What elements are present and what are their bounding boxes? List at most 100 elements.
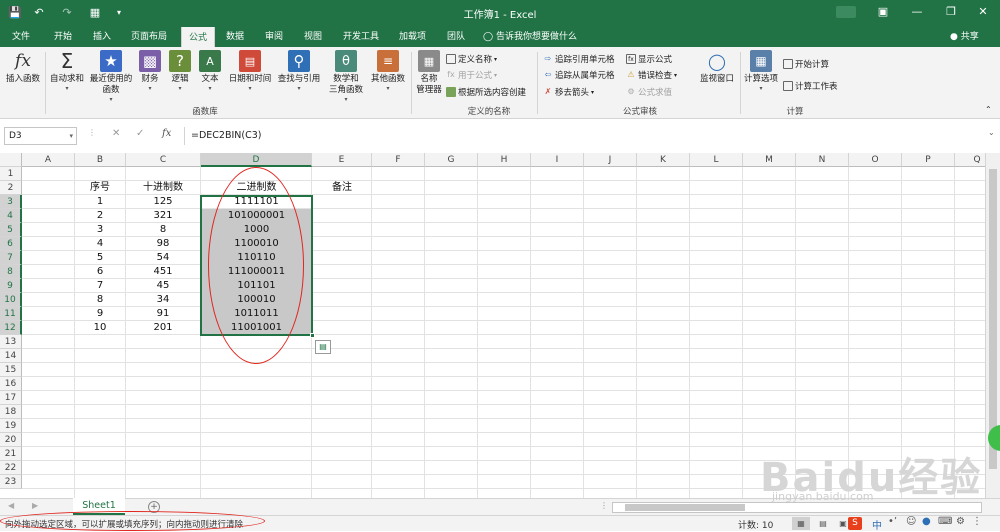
tab-formulas[interactable]: 公式 xyxy=(181,27,216,47)
column-header-a[interactable]: A xyxy=(22,153,75,167)
cell-dec[interactable]: 45 xyxy=(126,279,200,293)
normal-view-icon[interactable]: ▦ xyxy=(792,517,810,530)
watch-window-button[interactable]: ◯ 监视窗口 xyxy=(696,50,738,85)
more-functions-button[interactable]: ≡ 其他函数 ▾ xyxy=(368,50,408,93)
cell-seq[interactable]: 7 xyxy=(75,279,125,293)
next-sheet-icon[interactable]: ▶ xyxy=(32,501,38,510)
horizontal-scrollbar[interactable] xyxy=(612,502,982,513)
ribbon-display-icon[interactable]: ▣ xyxy=(868,3,898,21)
lookup-button[interactable]: ⚲ 查找与引用 ▾ xyxy=(276,50,322,93)
calc-sheet-button[interactable]: 计算工作表 xyxy=(783,80,838,92)
define-name-button[interactable]: 定义名称 ▾ xyxy=(446,53,497,65)
page-layout-view-icon[interactable]: ▤ xyxy=(814,517,832,530)
sogou-ime-icon[interactable]: S xyxy=(848,517,862,530)
trace-dependents-button[interactable]: ⇦ 追踪从属单元格 xyxy=(543,69,615,81)
column-header-l[interactable]: L xyxy=(690,153,743,167)
cell-dec[interactable]: 451 xyxy=(126,265,200,279)
ime-menu-icon[interactable]: ⋮ xyxy=(972,516,982,527)
logical-button[interactable]: ? 逻辑 ▾ xyxy=(166,50,194,93)
tab-file[interactable]: 文件 xyxy=(12,29,30,42)
cell-dec[interactable]: 125 xyxy=(126,195,200,209)
cell-seq[interactable]: 2 xyxy=(75,209,125,223)
tab-data[interactable]: 数据 xyxy=(226,29,244,42)
cell-seq[interactable]: 10 xyxy=(75,321,125,335)
use-in-formula-button[interactable]: fx 用于公式 ▾ xyxy=(446,69,497,81)
cell-seq[interactable]: 5 xyxy=(75,251,125,265)
scroll-thumb[interactable] xyxy=(989,169,997,469)
cell-seq[interactable]: 6 xyxy=(75,265,125,279)
math-trig-button[interactable]: θ 数学和 三角函数 ▾ xyxy=(326,50,366,104)
cell-dec[interactable]: 91 xyxy=(126,307,200,321)
cell-dec[interactable]: 34 xyxy=(126,293,200,307)
row-header-19[interactable]: 19 xyxy=(0,419,22,433)
keyboard-icon[interactable]: ⌨ xyxy=(938,516,952,527)
close-icon[interactable]: ✕ xyxy=(968,3,998,21)
cell-dec[interactable]: 98 xyxy=(126,237,200,251)
cell-dec[interactable]: 321 xyxy=(126,209,200,223)
remove-arrows-button[interactable]: ✗ 移去箭头 ▾ xyxy=(543,86,594,98)
tab-home[interactable]: 开始 xyxy=(54,29,72,42)
tab-view[interactable]: 视图 xyxy=(304,29,322,42)
trace-precedents-button[interactable]: ⇨ 追踪引用单元格 xyxy=(543,53,615,65)
ime-mode[interactable]: 中 xyxy=(872,517,882,532)
restore-icon[interactable]: ❐ xyxy=(936,3,966,21)
calc-now-button[interactable]: 开始计算 xyxy=(783,58,829,70)
column-header-e[interactable]: E xyxy=(312,153,372,167)
minimize-icon[interactable]: — xyxy=(902,3,932,21)
row-header-9[interactable]: 9 xyxy=(0,279,22,293)
row-header-23[interactable]: 23 xyxy=(0,475,22,489)
share-button[interactable]: ● 共享 xyxy=(950,29,979,42)
tab-team[interactable]: 团队 xyxy=(447,29,465,42)
header-seq[interactable]: 序号 xyxy=(75,181,125,195)
create-from-selection-button[interactable]: 根据所选内容创建 xyxy=(446,86,526,98)
row-header-21[interactable]: 21 xyxy=(0,447,22,461)
recent-functions-button[interactable]: ★ 最近使用的 函数 ▾ xyxy=(88,50,134,104)
insert-function-button[interactable]: fx 插入函数 xyxy=(4,50,42,85)
row-header-12[interactable]: 12 xyxy=(0,321,22,335)
autosum-button[interactable]: Σ 自动求和 ▾ xyxy=(48,50,86,93)
row-header-14[interactable]: 14 xyxy=(0,349,22,363)
collapse-ribbon-icon[interactable]: ⌃ xyxy=(985,105,992,114)
column-header-j[interactable]: J xyxy=(584,153,637,167)
quick-analysis-icon[interactable]: ▤ xyxy=(315,340,331,354)
row-header-6[interactable]: 6 xyxy=(0,237,22,251)
column-header-o[interactable]: O xyxy=(849,153,902,167)
cell-dec[interactable]: 8 xyxy=(126,223,200,237)
row-header-11[interactable]: 11 xyxy=(0,307,22,321)
column-header-c[interactable]: C xyxy=(126,153,201,167)
column-header-p[interactable]: P xyxy=(902,153,955,167)
emoji-icon[interactable]: ☺ xyxy=(906,516,916,527)
text-button[interactable]: A 文本 ▾ xyxy=(196,50,224,93)
tab-review[interactable]: 审阅 xyxy=(265,29,283,42)
column-header-n[interactable]: N xyxy=(796,153,849,167)
row-header-3[interactable]: 3 xyxy=(0,195,22,209)
hscroll-thumb[interactable] xyxy=(625,504,745,511)
cell-dec[interactable]: 54 xyxy=(126,251,200,265)
row-header-4[interactable]: 4 xyxy=(0,209,22,223)
row-header-5[interactable]: 5 xyxy=(0,223,22,237)
calc-options-button[interactable]: ▦ 计算选项 ▾ xyxy=(742,50,780,93)
row-header-22[interactable]: 22 xyxy=(0,461,22,475)
expand-formula-icon[interactable]: ⌄ xyxy=(988,128,995,137)
tab-page-layout[interactable]: 页面布局 xyxy=(131,29,167,42)
name-box[interactable]: D3 ▾ xyxy=(4,127,77,145)
mic-icon[interactable]: ● xyxy=(922,516,931,527)
account-avatar[interactable] xyxy=(836,6,856,18)
prev-sheet-icon[interactable]: ◀ xyxy=(8,501,14,510)
cell-dec[interactable]: 201 xyxy=(126,321,200,335)
row-header-13[interactable]: 13 xyxy=(0,335,22,349)
tab-developer[interactable]: 开发工具 xyxy=(343,29,379,42)
insert-function-icon[interactable]: fx xyxy=(162,128,171,139)
datetime-button[interactable]: ▤ 日期和时间 ▾ xyxy=(226,50,274,93)
column-header-b[interactable]: B xyxy=(75,153,126,167)
row-header-8[interactable]: 8 xyxy=(0,265,22,279)
tab-addins[interactable]: 加载项 xyxy=(399,29,426,42)
cell-seq[interactable]: 1 xyxy=(75,195,125,209)
cell-seq[interactable]: 3 xyxy=(75,223,125,237)
fill-handle[interactable] xyxy=(310,333,315,338)
column-header-k[interactable]: K xyxy=(637,153,690,167)
tell-me-search[interactable]: ◯ 告诉我你想要做什么 xyxy=(483,29,577,42)
column-header-d[interactable]: D xyxy=(201,153,312,167)
show-formulas-button[interactable]: fx 显示公式 xyxy=(626,53,672,65)
header-decimal[interactable]: 十进制数 xyxy=(126,181,200,195)
